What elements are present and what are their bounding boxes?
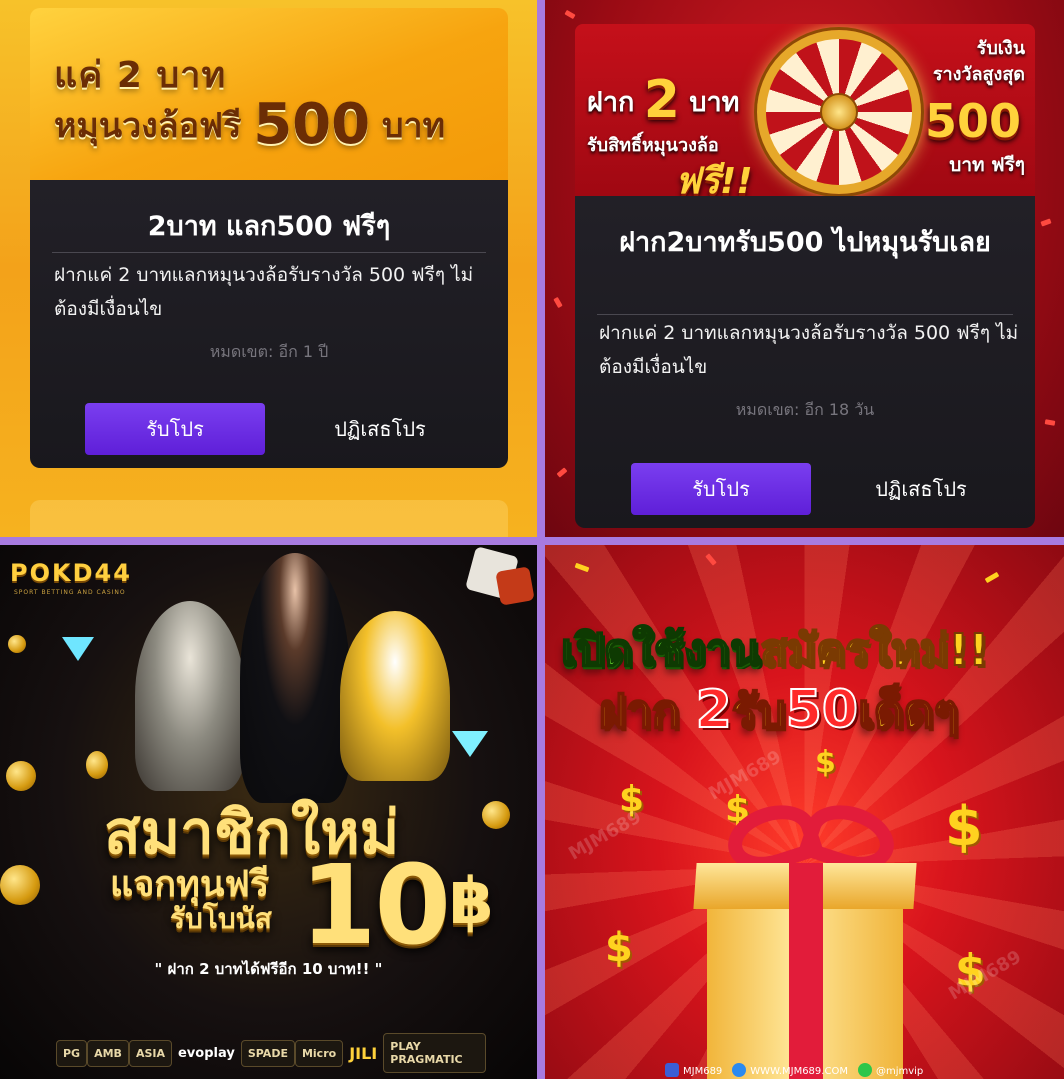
banner-prize-amount: 500 xyxy=(924,94,1021,148)
promo-subheadline: ฝาก 2รับ50เด็ดๆ xyxy=(598,675,959,748)
promo-description: ฝากแค่ 2 บาทแลกหมุนวงล้อรับรางวัล 500 ฟร… xyxy=(54,264,474,320)
website-contact[interactable]: WWW.MJM689.COM xyxy=(732,1063,848,1077)
diamond-icon xyxy=(452,731,488,757)
confetti xyxy=(556,467,568,478)
zeus-character-image xyxy=(135,601,245,791)
promo-description: ฝากแค่ 2 บาทแลกหมุนวงล้อรับรางวัล 500 ฟร… xyxy=(599,322,1019,378)
brand-tagline: SPORT BETTING AND CASINO xyxy=(14,589,126,596)
dollar-icon: $ xyxy=(945,795,983,858)
banner-currency: บาท xyxy=(381,106,446,146)
gift-ribbon xyxy=(789,863,823,1079)
dice-icon xyxy=(495,566,535,606)
promo-panel-mjm689: เปิดใช้งานสมัครใหม่!! ฝาก 2รับ50เด็ดๆ $ … xyxy=(545,545,1064,1079)
promo-card: 2บาท แลก500 ฟรีๆ ฝากแค่ 2 บาทแลกหมุนวงล้… xyxy=(30,180,508,468)
confetti xyxy=(1044,419,1056,426)
coin-icon xyxy=(0,865,40,905)
subheadline-part: ฝาก xyxy=(598,683,681,739)
coin-icon xyxy=(8,635,26,653)
banner-amount: 2 xyxy=(643,70,680,130)
partner-logo: ASIA xyxy=(128,1039,172,1067)
prize-wheel-icon xyxy=(757,30,921,194)
coin-icon xyxy=(6,761,36,791)
dollar-icon: $ xyxy=(605,925,633,971)
promo-amount: 10฿ xyxy=(300,841,494,969)
accept-promo-button[interactable]: รับโปร xyxy=(85,403,265,455)
website-url: WWW.MJM689.COM xyxy=(750,1066,848,1077)
decline-promo-button[interactable]: ปฏิเสธโปร xyxy=(831,463,1011,515)
headline-part: สมัครใหม่!! xyxy=(759,624,990,677)
accept-promo-button[interactable]: รับโปร xyxy=(631,463,811,515)
promo-quote: " ฝาก 2 บาทได้ฟรีอีก 10 บาท!! " xyxy=(154,960,383,978)
subheadline-part: รับ xyxy=(731,683,787,739)
decline-promo-button[interactable]: ปฏิเสธโปร xyxy=(290,403,470,455)
promo-panel-gold: แค่ 2 บาท หมุนวงล้อฟรี 500 บาท 2บาท แลก5… xyxy=(0,0,537,537)
facebook-handle: MJM689 xyxy=(683,1066,723,1077)
promo-amount-value: 10 xyxy=(300,841,451,969)
divider xyxy=(597,314,1013,315)
partner-logo: AMB xyxy=(87,1039,129,1067)
line-icon xyxy=(857,1063,872,1077)
next-card-edge xyxy=(30,500,508,537)
banner-headline: ฝาก 2 บาท xyxy=(587,70,739,130)
partner-logos: PG AMB ASIA evoplay SPADE Micro JILI PLA… xyxy=(56,1033,486,1073)
promo-banner: แค่ 2 บาท หมุนวงล้อฟรี 500 บาท xyxy=(30,8,508,180)
promo-subheadline-2: รับโบนัส xyxy=(170,902,272,935)
brand-logo: POKD44 xyxy=(10,559,132,587)
banner-deposit-text: ฝาก xyxy=(587,87,635,118)
facebook-icon xyxy=(665,1063,679,1077)
dollar-icon: $ xyxy=(815,745,836,780)
coin-icon xyxy=(482,801,510,829)
partner-logo: SPADE xyxy=(240,1039,295,1067)
contact-footer: MJM689 WWW.MJM689.COM @mjmvip xyxy=(665,1063,923,1077)
confetti xyxy=(564,9,576,20)
promo-card: ฝาก2บาทรับ500 ไปหมุนรับเลย ฝากแค่ 2 บาทแ… xyxy=(575,196,1035,528)
partner-logo: JILI xyxy=(349,1043,378,1063)
promo-title: 2บาท แลก500 ฟรีๆ xyxy=(147,211,391,242)
banner-prize-label: รับเงิน รางวัลสูงสุด xyxy=(932,38,1025,85)
banner-unit: บาท xyxy=(689,87,740,118)
facebook-contact[interactable]: MJM689 xyxy=(665,1063,722,1077)
wheel-hub xyxy=(820,93,858,131)
headline-part: เปิดใช้งาน xyxy=(560,624,761,677)
model-character-image xyxy=(240,553,350,803)
promo-title: ฝาก2บาทรับ500 ไปหมุนรับเลย xyxy=(619,227,991,258)
banner-free-text: ฟรี!! xyxy=(675,161,753,196)
divider xyxy=(52,252,486,253)
banner-subheadline-text: หมุนวงล้อฟรี xyxy=(54,106,242,146)
line-contact[interactable]: @mjmvip xyxy=(857,1063,924,1077)
partner-logo: PG xyxy=(56,1039,88,1067)
confetti xyxy=(553,296,563,309)
banner-subheadline: หมุนวงล้อฟรี 500 บาท xyxy=(54,92,445,157)
partner-logo: evoplay xyxy=(177,1045,235,1061)
bonus-amount: 50 xyxy=(785,679,859,741)
panda-character-image xyxy=(340,611,450,781)
diamond-icon xyxy=(62,637,94,661)
line-handle: @mjmvip xyxy=(875,1066,924,1077)
partner-logo: PLAY PRAGMATIC xyxy=(383,1033,486,1073)
banner-amount: 500 xyxy=(253,92,371,157)
subheadline-part: เด็ดๆ xyxy=(857,683,959,739)
confetti xyxy=(1040,218,1052,227)
partner-logo: Micro xyxy=(294,1039,344,1067)
baht-icon: ฿ xyxy=(449,865,494,939)
globe-icon xyxy=(732,1063,747,1077)
promo-expiry: หมดเขต: อีก 1 ปี xyxy=(209,342,329,361)
banner-prize-suffix: บาท ฟรีๆ xyxy=(949,154,1025,176)
promo-expiry: หมดเขต: อีก 18 วัน xyxy=(735,400,875,419)
deposit-amount: 2 xyxy=(695,679,733,741)
promo-banner: ฝาก 2 บาท รับสิทธิ์หมุนวงล้อ ฟรี!! รับเง… xyxy=(575,24,1035,196)
promo-panel-red: ฝาก 2 บาท รับสิทธิ์หมุนวงล้อ ฟรี!! รับเง… xyxy=(545,0,1064,537)
promo-panel-pokd44: POKD44 SPORT BETTING AND CASINO สมาชิกให… xyxy=(0,545,537,1079)
coin-icon xyxy=(86,751,108,779)
